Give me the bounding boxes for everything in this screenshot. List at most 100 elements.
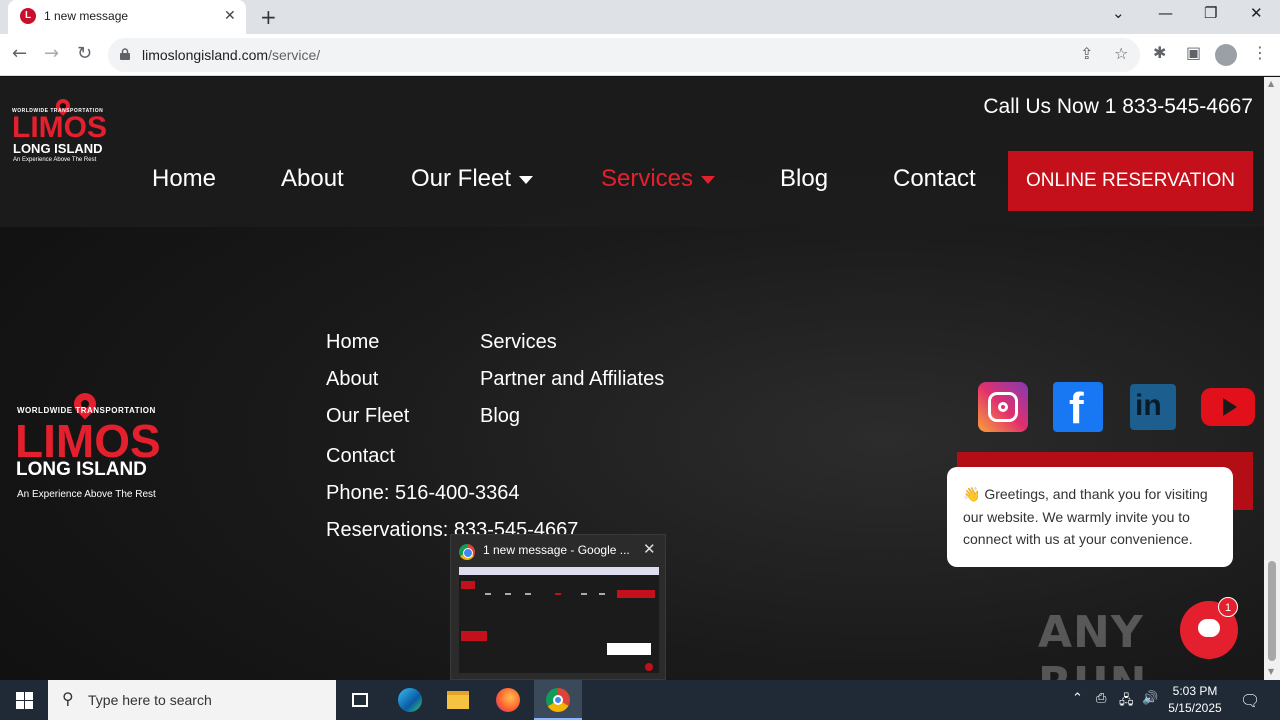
taskbar-search-box[interactable]: ⚲ Type here to search (48, 680, 336, 720)
linkedin-glyph: in (1135, 389, 1162, 422)
logo-sub-text: LONG ISLAND (13, 141, 103, 156)
chrome-app[interactable] (534, 680, 582, 720)
search-placeholder: Type here to search (88, 692, 212, 708)
footer-link-blog[interactable]: Blog (480, 405, 520, 428)
chrome-icon (546, 688, 570, 712)
menu-kebab-icon[interactable]: ⋮ (1252, 43, 1268, 62)
task-view-button[interactable] (336, 680, 384, 720)
tab-search-chevron-icon[interactable]: ⌄ (1112, 4, 1125, 22)
restore-icon[interactable]: ❐ (1204, 4, 1217, 22)
taskbar-window-preview[interactable]: 1 new message - Google ... ✕ (450, 534, 666, 680)
footer-link-contact[interactable]: Contact (326, 445, 395, 468)
windows-logo-icon (16, 701, 24, 709)
chat-unread-badge: 1 (1218, 597, 1238, 617)
scroll-thumb[interactable] (1268, 561, 1276, 661)
windows-logo-icon (16, 692, 24, 700)
notifications-icon[interactable]: 🗨 (1240, 691, 1260, 710)
share-icon[interactable]: ⇪ (1080, 44, 1093, 63)
site-favicon-icon: L (20, 8, 36, 24)
online-reservation-button[interactable]: ONLINE RESERVATION (1008, 151, 1253, 211)
tray-device-icon[interactable]: ⎙ (1096, 691, 1106, 706)
clock-date[interactable]: 5/15/2025 (1166, 701, 1224, 715)
preview-thumbnail (459, 567, 659, 673)
nav-contact[interactable]: Contact (893, 165, 976, 193)
thumb-nav (505, 593, 511, 595)
windows-taskbar: ⚲ Type here to search ⌃ ⎙ 🖧 🔊 5:03 PM 5/… (0, 680, 1280, 720)
extensions-icon[interactable]: ✱ (1153, 43, 1166, 62)
header-logo[interactable]: WORLDWIDE TRANSPORTATION LIMOS LONG ISLA… (12, 96, 116, 169)
footer-link-our-fleet[interactable]: Our Fleet (326, 405, 409, 428)
footer-logo[interactable]: WORLDWIDE TRANSPORTATION LIMOS LONG ISLA… (15, 388, 185, 501)
file-explorer-app[interactable] (434, 680, 482, 720)
lock-icon (120, 48, 130, 60)
nav-our-fleet-label: Our Fleet (411, 165, 512, 192)
nav-services[interactable]: Services (601, 165, 716, 193)
scroll-down-icon[interactable]: ▼ (1268, 667, 1274, 676)
logo-main-text: LIMOS (12, 111, 107, 144)
linkedin-icon[interactable]: in (1130, 384, 1176, 430)
thumb-logo (461, 581, 475, 589)
windows-logo-icon (25, 701, 33, 709)
preview-close-icon[interactable]: ✕ (643, 540, 656, 558)
tab-close-icon[interactable]: ✕ (224, 8, 236, 24)
footer-phone[interactable]: Phone: 516-400-3364 (326, 482, 520, 505)
chrome-icon-center (553, 695, 563, 705)
profile-avatar-icon[interactable] (1215, 44, 1237, 66)
start-button[interactable] (0, 680, 48, 720)
nav-services-label: Services (601, 165, 694, 192)
new-tab-icon[interactable]: + (260, 5, 277, 29)
close-window-icon[interactable]: ✕ (1250, 4, 1263, 22)
preview-title: 1 new message - Google ... (483, 543, 630, 557)
instagram-icon[interactable] (978, 382, 1028, 432)
reload-icon[interactable]: ↻ (77, 43, 92, 64)
firefox-app[interactable] (484, 680, 532, 720)
chat-greeting-bubble[interactable]: 👋 Greetings, and thank you for visiting … (947, 467, 1233, 567)
minimize-icon[interactable]: — (1158, 4, 1173, 22)
scroll-up-icon[interactable]: ▲ (1268, 79, 1274, 88)
network-icon[interactable]: 🖧 (1119, 691, 1134, 713)
instagram-glyph (988, 392, 1018, 422)
call-now-text[interactable]: Call Us Now 1 833-545-4667 (983, 95, 1253, 119)
browser-toolbar: ← → ↻ limoslongisland.com/service/ ⇪ ☆ ✱… (0, 34, 1280, 76)
caret-down-icon (519, 175, 534, 184)
footer-link-partners[interactable]: Partner and Affiliates (480, 368, 664, 391)
thumb-nav (599, 593, 605, 595)
thumb-footer-logo (461, 631, 487, 641)
page-scrollbar[interactable]: ▲ ▼ (1264, 77, 1280, 680)
footer-logo-tagline: An Experience Above The Rest (17, 489, 156, 500)
address-bar[interactable]: limoslongisland.com/service/ ⇪ ☆ (108, 38, 1140, 72)
nav-home[interactable]: Home (152, 165, 216, 193)
firefox-icon (496, 688, 520, 712)
nav-about[interactable]: About (281, 165, 344, 193)
thumb-nav (555, 593, 561, 595)
logo-tagline: An Experience Above The Rest (13, 157, 97, 163)
thumb-chat-bubble (607, 643, 651, 655)
volume-icon[interactable]: 🔊 (1142, 691, 1158, 706)
footer-link-home[interactable]: Home (326, 331, 379, 354)
clock-time[interactable]: 5:03 PM (1168, 684, 1222, 698)
tab-title: 1 new message (44, 9, 129, 23)
edge-app[interactable] (386, 680, 434, 720)
thumb-chat-launcher (645, 663, 653, 671)
footer-link-about[interactable]: About (326, 368, 378, 391)
nav-blog[interactable]: Blog (780, 165, 828, 193)
footer-link-services[interactable]: Services (480, 331, 557, 354)
bookmark-star-icon[interactable]: ☆ (1114, 44, 1128, 63)
back-icon[interactable]: ← (12, 43, 27, 64)
facebook-icon[interactable]: f (1053, 382, 1103, 433)
facebook-glyph: f (1069, 384, 1084, 433)
browser-tab[interactable]: L 1 new message ✕ (8, 0, 246, 34)
thumb-nav (525, 593, 531, 595)
forward-icon[interactable]: → (44, 43, 59, 64)
windows-logo-icon (25, 692, 33, 700)
youtube-icon[interactable] (1201, 388, 1255, 426)
youtube-play-glyph (1223, 398, 1237, 416)
tray-chevron-icon[interactable]: ⌃ (1072, 691, 1083, 706)
site-header: WORLDWIDE TRANSPORTATION LIMOS LONG ISLA… (0, 77, 1264, 227)
thumb-nav (485, 593, 491, 595)
instagram-lens (998, 402, 1008, 412)
side-panel-icon[interactable]: ▣ (1186, 43, 1201, 62)
chat-greeting-text: 👋 Greetings, and thank you for visiting … (963, 486, 1208, 547)
nav-our-fleet[interactable]: Our Fleet (411, 165, 534, 193)
browser-tab-strip: L 1 new message ✕ + ⌄ — ❐ ✕ (0, 0, 1280, 34)
